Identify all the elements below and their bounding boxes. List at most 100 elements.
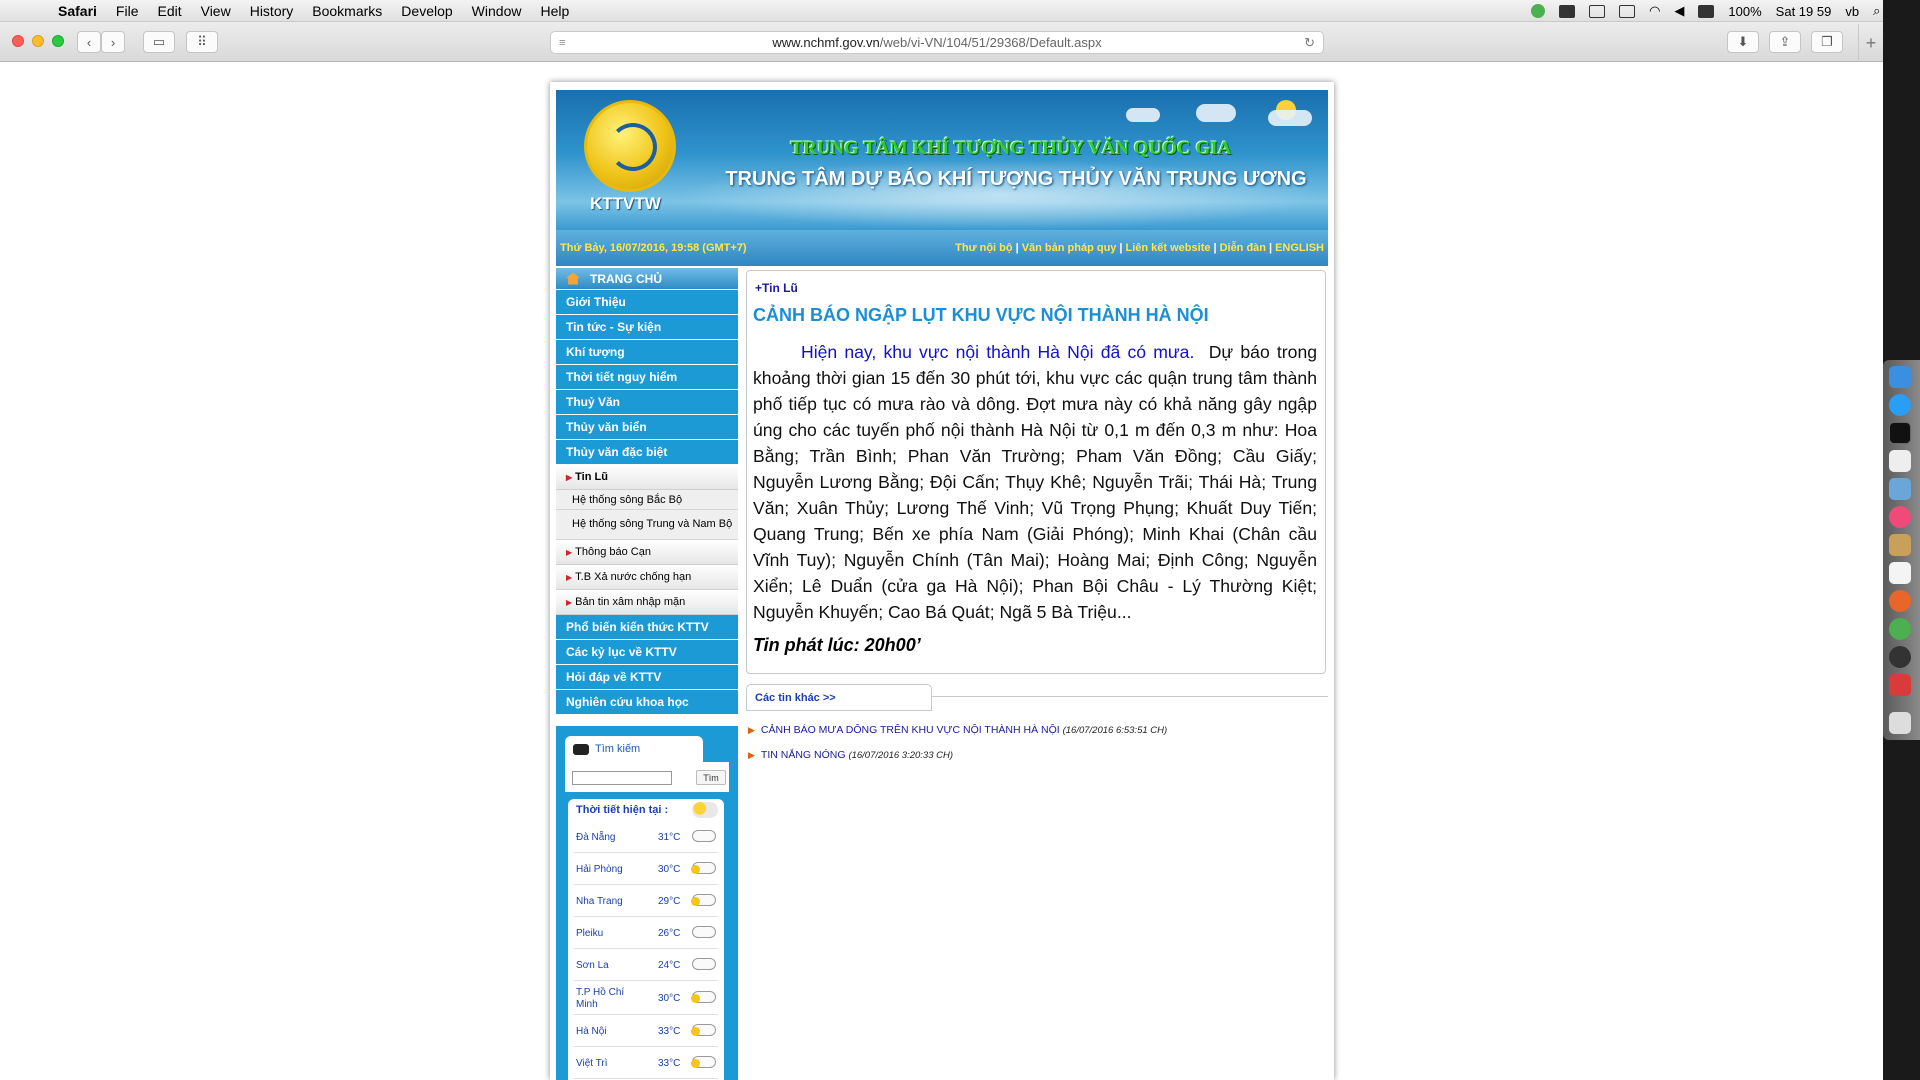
menu-develop[interactable]: Develop — [401, 3, 452, 19]
link-website-links[interactable]: Liên kết website — [1126, 242, 1211, 254]
finder-icon[interactable] — [1889, 366, 1911, 388]
nav-item-pho-bien[interactable]: Phổ biến kiến thức KTTV — [556, 615, 738, 640]
nav-item-thuy-van[interactable]: Thuỷ Văn — [556, 390, 738, 415]
arrow-icon: ▶ — [748, 725, 755, 735]
itunes-icon[interactable] — [1889, 506, 1911, 528]
weather-city[interactable]: Sơn La — [576, 960, 636, 972]
nav-item-thoi-tiet-nguy-hiem[interactable]: Thời tiết nguy hiểm — [556, 365, 738, 390]
bullet-icon: ▶ — [566, 597, 573, 607]
sync-icon[interactable] — [1531, 4, 1546, 18]
other-news-tab[interactable]: Các tin khác >> — [746, 684, 932, 711]
nav-item-ky-luc[interactable]: Các kỷ lục về KTTV — [556, 640, 738, 665]
nav-home[interactable]: TRANG CHỦ — [556, 268, 738, 290]
weather-row: Nha Trang 29°C — [574, 885, 718, 917]
keyboard-icon[interactable] — [1619, 4, 1636, 18]
menu-bookmarks[interactable]: Bookmarks — [312, 3, 382, 19]
news-item-title[interactable]: TIN NẮNG NÓNG — [761, 749, 846, 761]
weather-temp: 26°C — [658, 928, 681, 939]
battery-percent[interactable]: 100% — [1728, 4, 1761, 19]
partly-cloudy-icon — [691, 1024, 716, 1036]
calendar-icon[interactable] — [1889, 562, 1911, 584]
link-english[interactable]: ENGLISH — [1275, 242, 1324, 254]
nav-sub-thong-bao-can[interactable]: ▶ Thông báo Cạn — [556, 540, 738, 565]
screen-recorder-icon[interactable] — [1889, 674, 1911, 696]
weather-city[interactable]: Việt Trì — [576, 1058, 636, 1070]
notes-icon[interactable] — [1889, 534, 1911, 556]
nav-item-khi-tuong[interactable]: Khí tượng — [556, 340, 738, 365]
nav-sub-xa-nuoc[interactable]: ▶ T.B Xả nước chống hạn — [556, 565, 738, 590]
nav-sub-tin-lu[interactable]: ▶ Tin Lũ — [556, 465, 738, 490]
weather-city[interactable]: Pleiku — [576, 928, 636, 940]
article-panel: +Tin Lũ CẢNH BÁO NGẬP LỤT KHU VỰC NỘI TH… — [746, 270, 1326, 674]
menu-history[interactable]: History — [250, 3, 294, 19]
search-button[interactable]: Tìm — [696, 770, 726, 785]
weather-city[interactable]: T.P Hồ Chí Minh — [576, 987, 636, 1011]
input-source-icon[interactable] — [1698, 4, 1715, 18]
nav-sub2-trung-nam-bo[interactable]: Hệ thống sông Trung và Nam Bộ — [556, 510, 738, 540]
obs-icon[interactable] — [1889, 646, 1911, 668]
weather-list: Đà Nẵng 31°C Hải Phòng 30°C Nha Trang 29… — [568, 821, 724, 1080]
nav-item-tin-tuc[interactable]: Tin tức - Sự kiện — [556, 315, 738, 340]
menu-help[interactable]: Help — [540, 3, 569, 19]
nav-sub-xam-nhap-man[interactable]: ▶ Bản tin xâm nhập mặn — [556, 590, 738, 615]
cloud-icon — [1268, 110, 1312, 126]
partly-cloudy-icon — [691, 894, 716, 906]
weather-temp: 30°C — [658, 864, 681, 875]
weather-city[interactable]: Đà Nẵng — [576, 832, 636, 844]
menu-file[interactable]: File — [116, 3, 139, 19]
link-legal-documents[interactable]: Văn bản pháp quy — [1022, 242, 1117, 254]
weather-city[interactable]: Hải Phòng — [576, 864, 636, 876]
close-window-button[interactable] — [12, 35, 24, 47]
spotlight-icon[interactable]: ⌕ — [1873, 3, 1880, 19]
top-sites-button[interactable]: ⠿ — [186, 31, 218, 53]
forward-button[interactable]: › — [101, 31, 125, 53]
nav-item-hoi-dap[interactable]: Hỏi đáp về KTTV — [556, 665, 738, 690]
weather-panel: Thời tiết hiện tại : Đà Nẵng 31°C Hải Ph… — [556, 796, 738, 1080]
link-internal-mail[interactable]: Thư nội bộ — [955, 242, 1012, 254]
textedit-icon[interactable] — [1889, 450, 1911, 472]
address-bar[interactable]: ≡ www.nchmf.gov.vn/web/vi-VN/104/51/2936… — [550, 31, 1324, 54]
tabs-overview-button[interactable]: ❐ — [1811, 31, 1843, 53]
link-forum[interactable]: Diễn đàn — [1220, 242, 1266, 254]
user-name[interactable]: vb — [1845, 4, 1859, 19]
zoom-window-button[interactable] — [52, 35, 64, 47]
terminal-icon[interactable] — [1889, 422, 1911, 444]
weather-city[interactable]: Nha Trang — [576, 896, 636, 908]
reader-icon[interactable]: ≡ — [559, 37, 565, 49]
weather-temp: 29°C — [658, 896, 681, 907]
org-title: TRUNG TÂM KHÍ TƯỢNG THỦY VĂN QUỐC GIA — [790, 138, 1232, 159]
downloads-button[interactable]: ⬇ — [1727, 31, 1759, 53]
display-icon[interactable] — [1559, 4, 1576, 18]
trash-icon[interactable] — [1889, 712, 1911, 734]
sidebar-toggle-button[interactable]: ▭ — [143, 31, 175, 53]
wifi-icon[interactable]: ◠ — [1649, 3, 1660, 19]
browser-toolbar: ‹ › ▭ ⠿ ≡ www.nchmf.gov.vn/web/vi-VN/104… — [0, 22, 1883, 62]
minimize-window-button[interactable] — [32, 35, 44, 47]
new-tab-button[interactable]: + — [1858, 24, 1883, 62]
search-input[interactable] — [572, 771, 672, 785]
firefox-icon[interactable] — [1889, 590, 1911, 612]
nav-sub2-bac-bo[interactable]: Hệ thống sông Bắc Bộ — [556, 490, 738, 510]
reload-icon[interactable]: ↻ — [1304, 35, 1315, 51]
bluetooth-icon[interactable] — [1589, 4, 1606, 18]
article-category-link[interactable]: +Tin Lũ — [755, 281, 798, 295]
nav-item-nghien-cuu[interactable]: Nghiên cứu khoa học — [556, 690, 738, 715]
site-logo[interactable] — [584, 100, 676, 192]
menu-view[interactable]: View — [201, 3, 231, 19]
nav-item-thuy-van-bien[interactable]: Thủy văn biển — [556, 415, 738, 440]
menu-window[interactable]: Window — [472, 3, 522, 19]
nav-item-thuy-van-dac-biet[interactable]: Thủy văn đặc biệt — [556, 440, 738, 465]
preview-icon[interactable] — [1889, 478, 1911, 500]
chrome-icon[interactable] — [1889, 618, 1911, 640]
weather-header: Thời tiết hiện tại : — [568, 799, 724, 821]
weather-city[interactable]: Hà Nội — [576, 1026, 636, 1038]
volume-icon[interactable]: ◀ — [1674, 3, 1684, 19]
share-button[interactable]: ⇪ — [1769, 31, 1801, 53]
news-item-title[interactable]: CẢNH BÁO MƯA DÔNG TRÊN KHU VỰC NỘI THÀNH… — [761, 724, 1060, 736]
clock[interactable]: Sat 19 59 — [1776, 4, 1832, 19]
safari-icon[interactable] — [1889, 394, 1911, 416]
menu-app[interactable]: Safari — [58, 3, 97, 19]
back-button[interactable]: ‹ — [77, 31, 101, 53]
nav-item-gioi-thieu[interactable]: Giới Thiệu — [556, 290, 738, 315]
menu-edit[interactable]: Edit — [157, 3, 181, 19]
